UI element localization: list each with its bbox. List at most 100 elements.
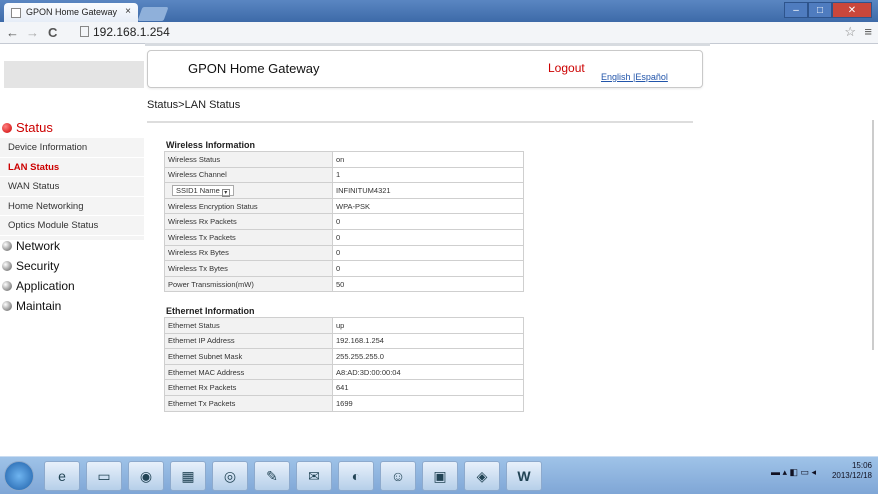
folder-icon[interactable]: ▭ (86, 461, 122, 491)
maximize-button[interactable]: □ (808, 2, 832, 18)
forward-icon[interactable]: → (26, 25, 39, 40)
table-row: Ethernet Subnet Mask 255.255.255.0 (164, 348, 524, 365)
breadcrumb-divider (147, 121, 693, 123)
sidebar-item-home-networking[interactable]: Home Networking (0, 196, 144, 216)
sidebar-item-device-information[interactable]: Device Information (0, 138, 144, 158)
row-value: 255.255.255.0 (332, 348, 524, 365)
window-controls: – □ ✕ (784, 2, 872, 18)
ssid-select-value: SSID1 Name (176, 185, 220, 195)
new-tab-button[interactable] (137, 7, 169, 21)
brand-title: GPON Home Gateway (188, 61, 320, 76)
app-icon[interactable]: ◈ (464, 461, 500, 491)
breadcrumb: Status>LAN Status (147, 99, 241, 111)
row-value: 0 (332, 213, 524, 230)
row-value: up (332, 317, 524, 334)
status-bullet-icon (2, 123, 12, 133)
table-row: Ethernet MAC Address A8:AD:3D:00:00:04 (164, 363, 524, 381)
sidebar-item-optics-module-status[interactable]: Optics Module Status (0, 216, 144, 236)
taskbar: e ▭ ◉ ▦ ◎ ✎ ✉ ◐ ☺ ▣ ◈ W ▬ ▴ ◧ ▭ ◂ 15:06 … (0, 456, 878, 494)
minimize-button[interactable]: – (784, 2, 808, 18)
row-value: 1699 (332, 394, 524, 412)
tab-title: GPON Home Gateway (26, 7, 118, 17)
row-label: Power Transmission(mW) (164, 275, 333, 293)
browser-title-bar: GPON Home Gateway × – □ ✕ (0, 0, 878, 22)
ssid-select[interactable]: SSID1 Name ▾ (172, 184, 234, 197)
page-header: GPON Home Gateway Logout English |Españo… (147, 50, 703, 88)
table-row: Wireless Encryption Status WPA-PSK (164, 197, 524, 215)
bullet-icon (2, 240, 12, 251)
row-label: Ethernet Subnet Mask (164, 348, 333, 365)
menu-icon[interactable]: ≡ (864, 24, 872, 39)
firefox-icon[interactable]: ◉ (128, 461, 164, 491)
row-label: Wireless Tx Packets (164, 228, 333, 246)
row-value: 1 (332, 166, 524, 184)
row-value: 0 (332, 244, 524, 262)
table-row: Wireless Channel 1 (164, 166, 524, 184)
chrome-icon[interactable]: ◎ (212, 461, 248, 491)
sidebar-section-status[interactable]: Status (0, 118, 144, 138)
row-value: on (332, 151, 524, 168)
scrollbar[interactable] (872, 120, 874, 350)
table-row: Wireless Rx Packets 0 (164, 213, 524, 230)
close-window-button[interactable]: ✕ (832, 2, 872, 18)
ethernet-section-title: Ethernet Information (166, 306, 255, 316)
sidebar-section-network[interactable]: Network (0, 236, 144, 256)
bullet-icon (2, 260, 12, 271)
chevron-down-icon: ▾ (221, 188, 230, 197)
calculator-icon[interactable]: ▦ (170, 461, 206, 491)
table-row: Wireless Rx Bytes 0 (164, 244, 524, 262)
header-divider (145, 43, 710, 46)
reload-icon[interactable]: C (48, 25, 57, 40)
table-row: Wireless Tx Packets 0 (164, 228, 524, 246)
row-label: Ethernet Rx Packets (164, 379, 333, 396)
logout-link[interactable]: Logout (548, 61, 585, 75)
ssid-select-cell: SSID1 Name ▾ (164, 182, 333, 199)
language-links[interactable]: English |Español (601, 72, 668, 82)
sidebar-section-label: Network (16, 238, 61, 253)
sidebar-section-application[interactable]: Application (0, 276, 144, 296)
bookmark-star-icon[interactable]: ☆ (844, 24, 856, 40)
user-icon[interactable]: ☺ (380, 461, 416, 491)
clock[interactable]: 15:06 2013/12/18 (832, 461, 872, 481)
sidebar-section-security[interactable]: Security (0, 256, 144, 276)
url-text: 192.168.1.254 (93, 25, 170, 39)
sidebar-section-label: Status (16, 120, 53, 135)
row-label: Wireless Rx Bytes (164, 244, 333, 262)
row-value: 0 (332, 260, 524, 277)
row-label: Wireless Tx Bytes (164, 260, 333, 277)
word-icon[interactable]: W (506, 461, 542, 491)
row-value: 50 (332, 275, 524, 293)
sidebar-header-band (4, 61, 144, 88)
address-bar[interactable]: 192.168.1.254 (80, 25, 170, 39)
table-row: Ethernet Rx Packets 641 (164, 379, 524, 396)
tray-icons[interactable]: ▬ ▴ ◧ ▭ ◂ (771, 467, 816, 478)
row-value: 192.168.1.254 (332, 332, 524, 350)
table-row: Ethernet Status up (164, 317, 524, 334)
table-row: Power Transmission(mW) 50 (164, 275, 524, 293)
sidebar-item-wan-status[interactable]: WAN Status (0, 177, 144, 197)
outlook-icon[interactable]: ✉ (296, 461, 332, 491)
row-label: Ethernet Tx Packets (164, 394, 333, 412)
sidebar-section-maintain[interactable]: Maintain (0, 296, 144, 316)
paint-icon[interactable]: ✎ (254, 461, 290, 491)
table-row: Ethernet Tx Packets 1699 (164, 394, 524, 412)
sidebar-item-lan-status[interactable]: LAN Status (0, 157, 144, 177)
row-value: 641 (332, 379, 524, 396)
network-icon[interactable]: ◐ (338, 461, 374, 491)
sidebar-section-label: Application (16, 278, 75, 293)
browser-tab[interactable]: GPON Home Gateway × (4, 3, 138, 22)
row-value: INFINITUM4321 (332, 182, 524, 199)
page-icon (80, 26, 89, 37)
row-value: WPA-PSK (332, 197, 524, 215)
tab-close-icon[interactable]: × (125, 6, 131, 17)
ie-icon[interactable]: e (44, 461, 80, 491)
row-value: A8:AD:3D:00:00:04 (332, 363, 524, 381)
table-row: SSID1 Name ▾ INFINITUM4321 (164, 182, 524, 199)
row-label: Wireless Encryption Status (164, 197, 333, 215)
start-button[interactable] (4, 461, 34, 491)
table-row: Wireless Tx Bytes 0 (164, 260, 524, 277)
back-icon[interactable]: ← (6, 25, 19, 40)
remote-desktop-icon[interactable]: ▣ (422, 461, 458, 491)
wireless-section-title: Wireless Information (166, 140, 255, 150)
row-label: Ethernet IP Address (164, 332, 333, 350)
